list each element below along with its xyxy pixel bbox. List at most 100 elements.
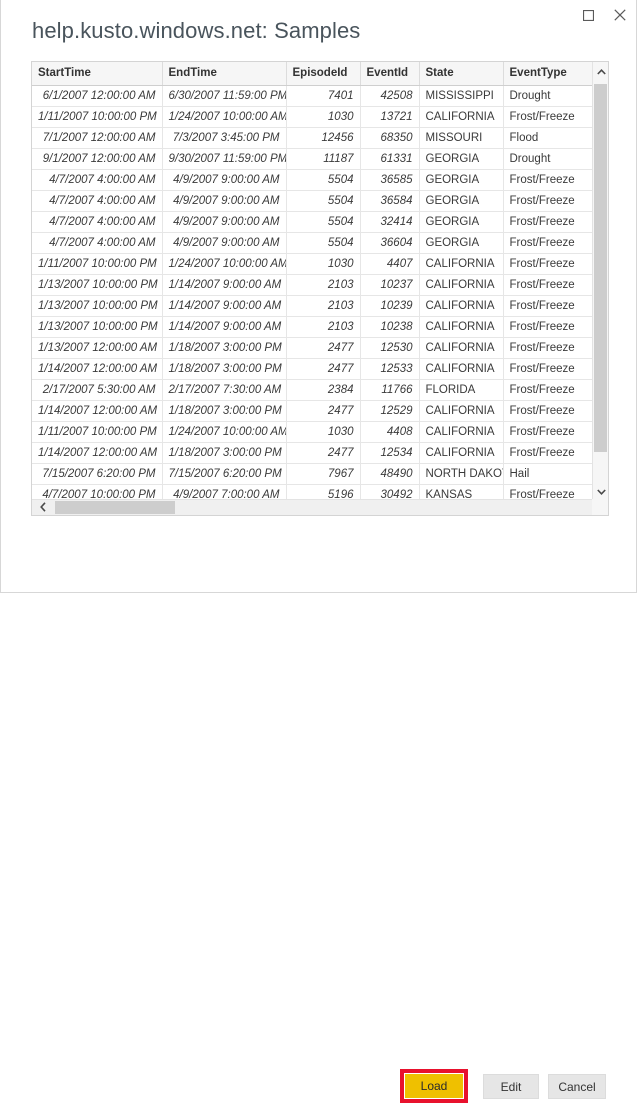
- scroll-left-button[interactable]: [34, 500, 51, 515]
- column-header-eventtype[interactable]: EventType: [503, 62, 593, 85]
- cell-starttime: 9/1/2007 12:00:00 AM: [32, 148, 162, 169]
- cell-eventid: 4408: [360, 421, 419, 442]
- cell-state: CALIFORNIA: [419, 316, 503, 337]
- cell-eventid: 68350: [360, 127, 419, 148]
- scroll-down-button[interactable]: [593, 482, 609, 499]
- cell-state: GEORGIA: [419, 232, 503, 253]
- cell-state: KANSAS: [419, 484, 503, 499]
- horizontal-scrollbar-thumb[interactable]: [55, 501, 175, 514]
- cell-episodeid: 2103: [286, 316, 360, 337]
- cell-eventtype: Frost/Freeze: [503, 400, 593, 421]
- cell-endtime: 1/18/2007 3:00:00 PM: [162, 337, 286, 358]
- table-row[interactable]: 2/17/2007 5:30:00 AM2/17/2007 7:30:00 AM…: [32, 379, 593, 400]
- cell-eventtype: Frost/Freeze: [503, 316, 593, 337]
- table-row[interactable]: 9/1/2007 12:00:00 AM9/30/2007 11:59:00 P…: [32, 148, 593, 169]
- maximize-icon: [583, 10, 594, 21]
- scrollbar-corner: [592, 499, 608, 515]
- table-row[interactable]: 7/15/2007 6:20:00 PM7/15/2007 6:20:00 PM…: [32, 463, 593, 484]
- table-row[interactable]: 4/7/2007 10:00:00 PM4/9/2007 7:00:00 AM5…: [32, 484, 593, 499]
- cell-endtime: 1/18/2007 3:00:00 PM: [162, 358, 286, 379]
- cell-starttime: 7/1/2007 12:00:00 AM: [32, 127, 162, 148]
- column-header-episodeid[interactable]: EpisodeId: [286, 62, 360, 85]
- cell-eventtype: Frost/Freeze: [503, 484, 593, 499]
- cell-eventtype: Hail: [503, 463, 593, 484]
- cell-state: FLORIDA: [419, 379, 503, 400]
- cell-endtime: 1/14/2007 9:00:00 AM: [162, 316, 286, 337]
- column-header-state[interactable]: State: [419, 62, 503, 85]
- cell-eventtype: Drought: [503, 85, 593, 106]
- cell-starttime: 1/14/2007 12:00:00 AM: [32, 400, 162, 421]
- cell-eventid: 4407: [360, 253, 419, 274]
- cell-state: CALIFORNIA: [419, 274, 503, 295]
- cell-episodeid: 2477: [286, 442, 360, 463]
- cell-eventid: 32414: [360, 211, 419, 232]
- table-row[interactable]: 1/11/2007 10:00:00 PM1/24/2007 10:00:00 …: [32, 421, 593, 442]
- cell-eventid: 48490: [360, 463, 419, 484]
- cell-eventtype: Frost/Freeze: [503, 295, 593, 316]
- table-row[interactable]: 1/14/2007 12:00:00 AM1/18/2007 3:00:00 P…: [32, 358, 593, 379]
- table-row[interactable]: 1/13/2007 10:00:00 PM1/14/2007 9:00:00 A…: [32, 274, 593, 295]
- cell-state: CALIFORNIA: [419, 421, 503, 442]
- cell-eventid: 11766: [360, 379, 419, 400]
- horizontal-scrollbar[interactable]: [32, 499, 608, 515]
- table-row[interactable]: 1/11/2007 10:00:00 PM1/24/2007 10:00:00 …: [32, 106, 593, 127]
- cell-starttime: 4/7/2007 4:00:00 AM: [32, 211, 162, 232]
- cell-eventtype: Frost/Freeze: [503, 190, 593, 211]
- column-header-endtime[interactable]: EndTime: [162, 62, 286, 85]
- cell-episodeid: 11187: [286, 148, 360, 169]
- cell-eventtype: Flood: [503, 127, 593, 148]
- cell-endtime: 2/17/2007 7:30:00 AM: [162, 379, 286, 400]
- table-row[interactable]: 4/7/2007 4:00:00 AM4/9/2007 9:00:00 AM55…: [32, 232, 593, 253]
- cell-episodeid: 5504: [286, 169, 360, 190]
- page-title: help.kusto.windows.net: Samples: [32, 18, 360, 44]
- cell-endtime: 6/30/2007 11:59:00 PM: [162, 85, 286, 106]
- table-row[interactable]: 1/14/2007 12:00:00 AM1/18/2007 3:00:00 P…: [32, 442, 593, 463]
- cell-state: CALIFORNIA: [419, 400, 503, 421]
- table-row[interactable]: 1/11/2007 10:00:00 PM1/24/2007 10:00:00 …: [32, 253, 593, 274]
- cell-episodeid: 1030: [286, 421, 360, 442]
- cell-episodeid: 1030: [286, 106, 360, 127]
- cell-eventid: 10238: [360, 316, 419, 337]
- scroll-up-button[interactable]: [593, 62, 609, 79]
- cell-state: MISSISSIPPI: [419, 85, 503, 106]
- table-row[interactable]: 4/7/2007 4:00:00 AM4/9/2007 9:00:00 AM55…: [32, 211, 593, 232]
- cell-endtime: 4/9/2007 9:00:00 AM: [162, 169, 286, 190]
- edit-button[interactable]: Edit: [483, 1074, 539, 1099]
- cell-eventtype: Frost/Freeze: [503, 232, 593, 253]
- table-row[interactable]: 4/7/2007 4:00:00 AM4/9/2007 9:00:00 AM55…: [32, 169, 593, 190]
- close-button[interactable]: [604, 0, 636, 30]
- window-caption-buttons: [572, 0, 636, 30]
- load-button[interactable]: Load: [405, 1074, 463, 1098]
- table-row[interactable]: 1/13/2007 10:00:00 PM1/14/2007 9:00:00 A…: [32, 295, 593, 316]
- cell-state: NORTH DAKOTA: [419, 463, 503, 484]
- table-row[interactable]: 1/13/2007 12:00:00 AM1/18/2007 3:00:00 P…: [32, 337, 593, 358]
- chevron-left-icon: [40, 499, 46, 517]
- cell-endtime: 1/24/2007 10:00:00 AM: [162, 253, 286, 274]
- cell-episodeid: 2477: [286, 400, 360, 421]
- cell-state: CALIFORNIA: [419, 358, 503, 379]
- cell-state: CALIFORNIA: [419, 337, 503, 358]
- table-row[interactable]: 1/14/2007 12:00:00 AM1/18/2007 3:00:00 P…: [32, 400, 593, 421]
- cell-endtime: 4/9/2007 9:00:00 AM: [162, 211, 286, 232]
- maximize-button[interactable]: [572, 0, 604, 30]
- preview-table-panel: StartTime EndTime EpisodeId EventId Stat…: [31, 61, 609, 516]
- cell-eventtype: Drought: [503, 148, 593, 169]
- vertical-scrollbar[interactable]: [592, 62, 608, 499]
- table-row[interactable]: 7/1/2007 12:00:00 AM7/3/2007 3:45:00 PM1…: [32, 127, 593, 148]
- cell-endtime: 1/14/2007 9:00:00 AM: [162, 274, 286, 295]
- column-header-eventid[interactable]: EventId: [360, 62, 419, 85]
- cell-starttime: 1/11/2007 10:00:00 PM: [32, 106, 162, 127]
- cell-episodeid: 7967: [286, 463, 360, 484]
- cell-endtime: 4/9/2007 9:00:00 AM: [162, 190, 286, 211]
- table-row[interactable]: 6/1/2007 12:00:00 AM6/30/2007 11:59:00 P…: [32, 85, 593, 106]
- cell-starttime: 1/13/2007 10:00:00 PM: [32, 295, 162, 316]
- table-row[interactable]: 4/7/2007 4:00:00 AM4/9/2007 9:00:00 AM55…: [32, 190, 593, 211]
- cell-episodeid: 2103: [286, 274, 360, 295]
- cell-eventtype: Frost/Freeze: [503, 106, 593, 127]
- table-row[interactable]: 1/13/2007 10:00:00 PM1/14/2007 9:00:00 A…: [32, 316, 593, 337]
- column-header-starttime[interactable]: StartTime: [32, 62, 162, 85]
- vertical-scrollbar-thumb[interactable]: [594, 84, 607, 452]
- cell-endtime: 7/3/2007 3:45:00 PM: [162, 127, 286, 148]
- cancel-button[interactable]: Cancel: [548, 1074, 606, 1099]
- cell-state: MISSOURI: [419, 127, 503, 148]
